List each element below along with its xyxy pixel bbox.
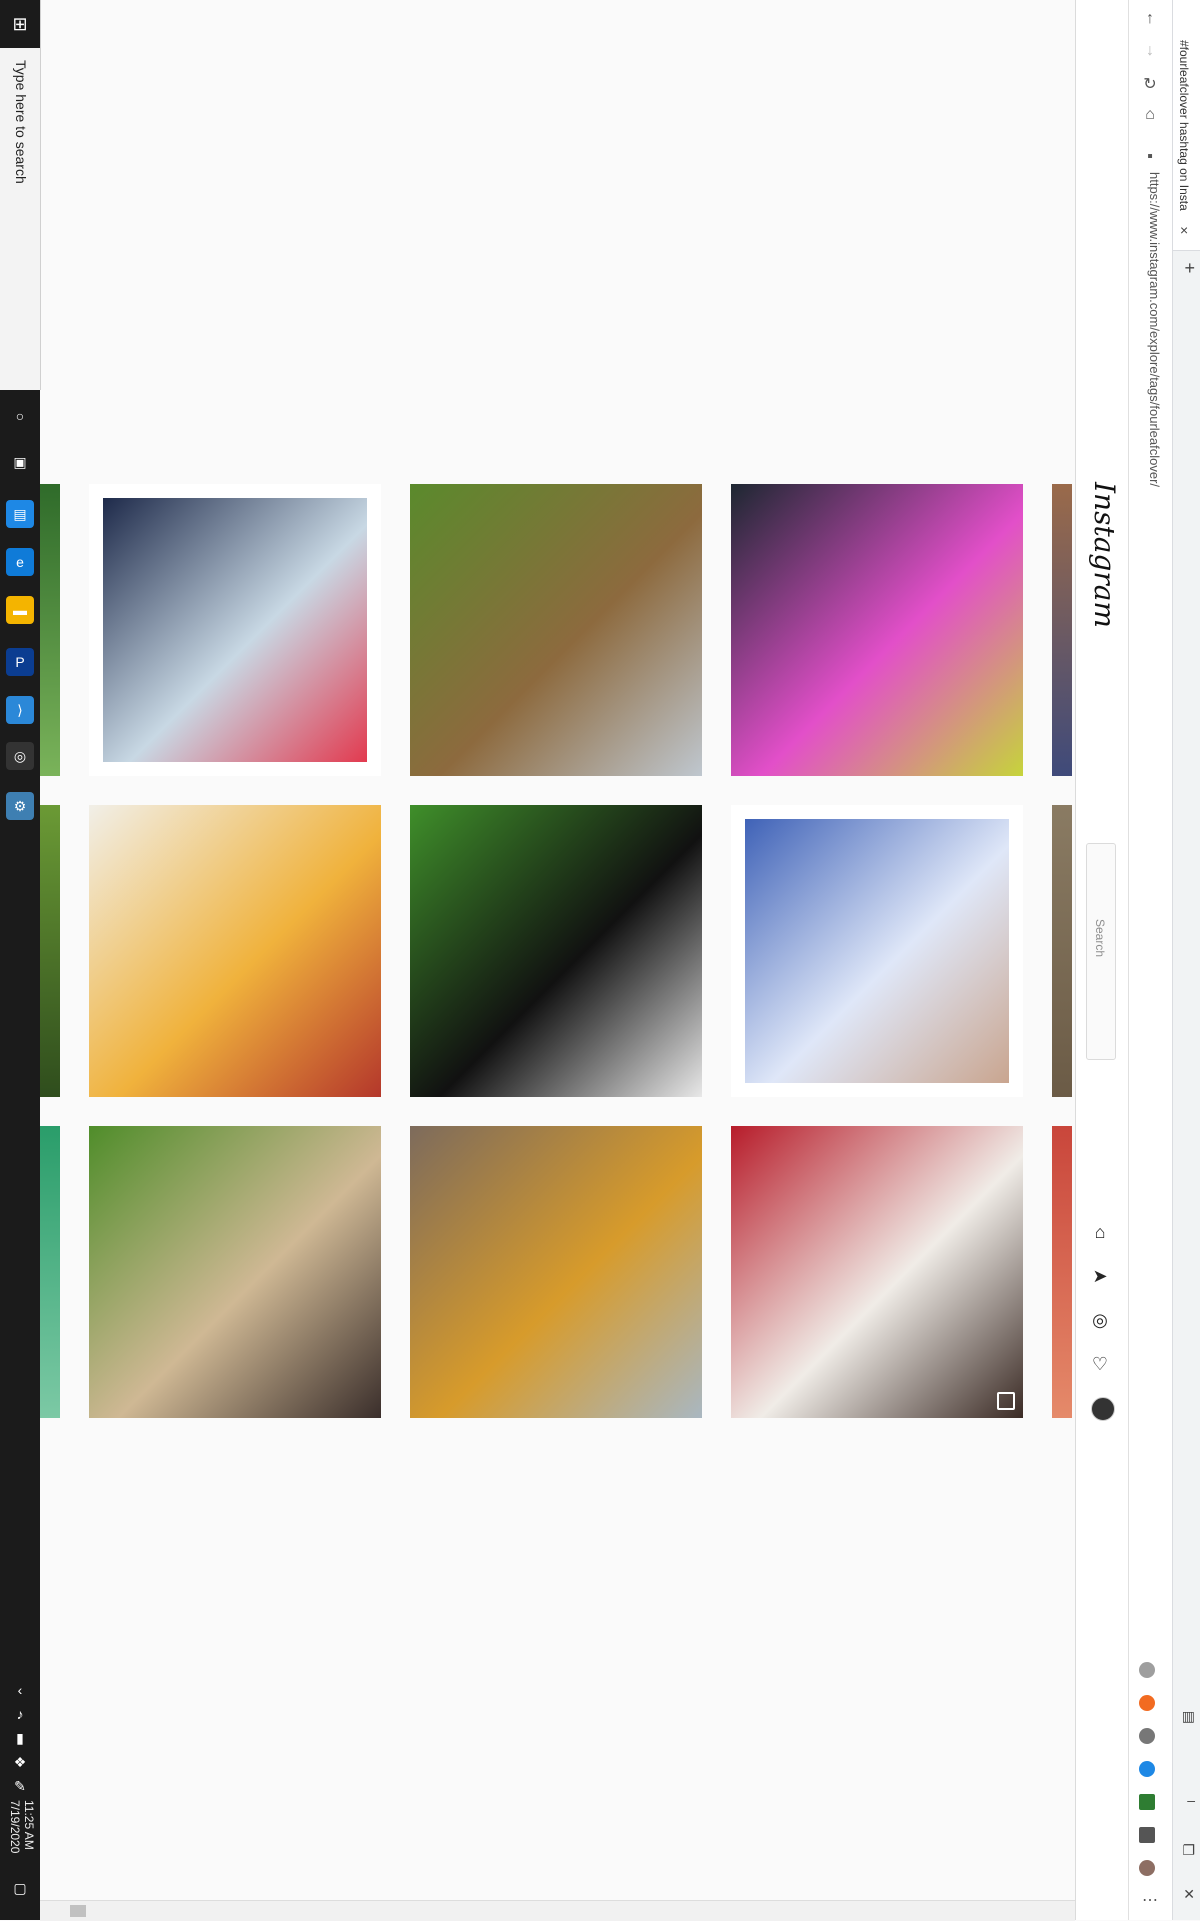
extension-close-icon[interactable] [1139,1695,1155,1711]
instagram-logo[interactable]: Instagram [1088,482,1121,628]
task-view-icon[interactable]: ▣ [6,448,34,476]
instagram-header: Instagram Search ⌂ ➤ ◎ ♡ [1075,0,1129,1920]
reload-icon[interactable]: ↻ [1135,74,1165,94]
cortana-icon[interactable]: ○ [6,402,34,430]
settings-app-icon[interactable]: ⚙ [6,792,34,820]
home-button-icon[interactable]: ⌂ [1135,106,1165,124]
minimize-icon[interactable]: – [1187,1792,1195,1808]
post-tile[interactable] [410,484,702,776]
activity-heart-icon[interactable]: ♡ [1088,1352,1112,1376]
post-tile[interactable] [731,484,1023,776]
window-close-icon[interactable]: ✕ [1183,1886,1195,1903]
post-grid [40,484,1075,1419]
extensions-puzzle-icon[interactable] [1139,1827,1155,1843]
profile-z-icon[interactable] [1139,1860,1155,1876]
more-menu-icon[interactable]: ⋯ [1135,1890,1165,1910]
post-tile[interactable] [731,1126,1023,1418]
post-tile[interactable] [731,805,1023,1097]
post-tile[interactable] [89,805,381,1097]
windows-taskbar: ⊞ Type here to search ○ ▣ ▤ e ▬ P ⟩ ◎ ⚙ … [0,0,41,1920]
scrollbar-thumb[interactable] [70,1905,86,1917]
lock-icon: ▪ [1147,148,1153,165]
partial-post-left-row3[interactable] [40,1126,60,1418]
home-icon[interactable]: ⌂ [1088,1220,1112,1244]
horizontal-scrollbar[interactable] [40,1900,1075,1921]
photoshop-icon[interactable]: P [6,648,34,676]
clock-date: 7/19/2020 [8,1800,22,1854]
tab-strip: #fourleafclover hashtag on Insta × + ▥ –… [1172,0,1200,1920]
partial-post-right-row1[interactable] [1052,484,1072,776]
extension-b-icon[interactable] [1139,1761,1155,1777]
browser-chrome: ↑ ↓ ↻ ⌂ ▪ https://www.instagram.com/expl… [1128,0,1200,1920]
file-explorer-icon[interactable]: ▬ [6,596,34,624]
partial-post-left-row1[interactable] [40,484,60,776]
post-tile[interactable] [410,805,702,1097]
extension-image-icon[interactable] [1139,1794,1155,1810]
windows-start-icon[interactable]: ⊞ [0,0,40,48]
instagram-search-input[interactable]: Search [1086,843,1116,1060]
extension-grammarly-icon[interactable] [1139,1662,1155,1678]
clock-time: 11:25 AM [22,1800,36,1850]
tab-search-icon[interactable]: ▥ [1182,1708,1195,1725]
post-tile[interactable] [410,1126,702,1418]
instagram-search-placeholder: Search [1093,919,1107,958]
forward-arrow-icon[interactable]: ↓ [1135,42,1165,60]
chrome-icon[interactable]: ◎ [6,742,34,770]
tab-title: #fourleafclover hashtag on Insta [1177,40,1191,211]
partial-post-right-row2[interactable] [1052,805,1072,1097]
extension-circle-icon[interactable] [1139,1728,1155,1744]
address-bar[interactable]: https://www.instagram.com/explore/tags/f… [1139,172,1163,572]
explore-icon[interactable]: ◎ [1088,1308,1112,1332]
post-tile[interactable] [89,1126,381,1418]
tab-instagram[interactable]: #fourleafclover hashtag on Insta × [1173,0,1200,251]
notification-center-icon[interactable]: ▢ [6,1874,34,1902]
taskbar-search-placeholder: Type here to search [13,60,29,184]
store-icon[interactable]: ▤ [6,500,34,528]
taskbar-search-box[interactable]: ⊞ Type here to search [0,0,41,390]
post-tile[interactable] [89,484,381,776]
direct-messages-icon[interactable]: ➤ [1088,1264,1112,1288]
new-tab-button[interactable]: + [1184,258,1195,279]
pen-icon[interactable]: ✎ [6,1772,34,1800]
video-badge-icon [997,1392,1015,1410]
vscode-icon[interactable]: ⟩ [6,696,34,724]
tab-close-icon[interactable]: × [1180,222,1188,238]
partial-post-left-row2[interactable] [40,805,60,1097]
edge-icon[interactable]: e [6,548,34,576]
profile-avatar[interactable] [1091,1397,1115,1421]
partial-post-right-row3[interactable] [1052,1126,1072,1418]
restore-icon[interactable]: ❐ [1182,1842,1195,1859]
back-arrow-icon[interactable]: ↑ [1135,10,1165,28]
